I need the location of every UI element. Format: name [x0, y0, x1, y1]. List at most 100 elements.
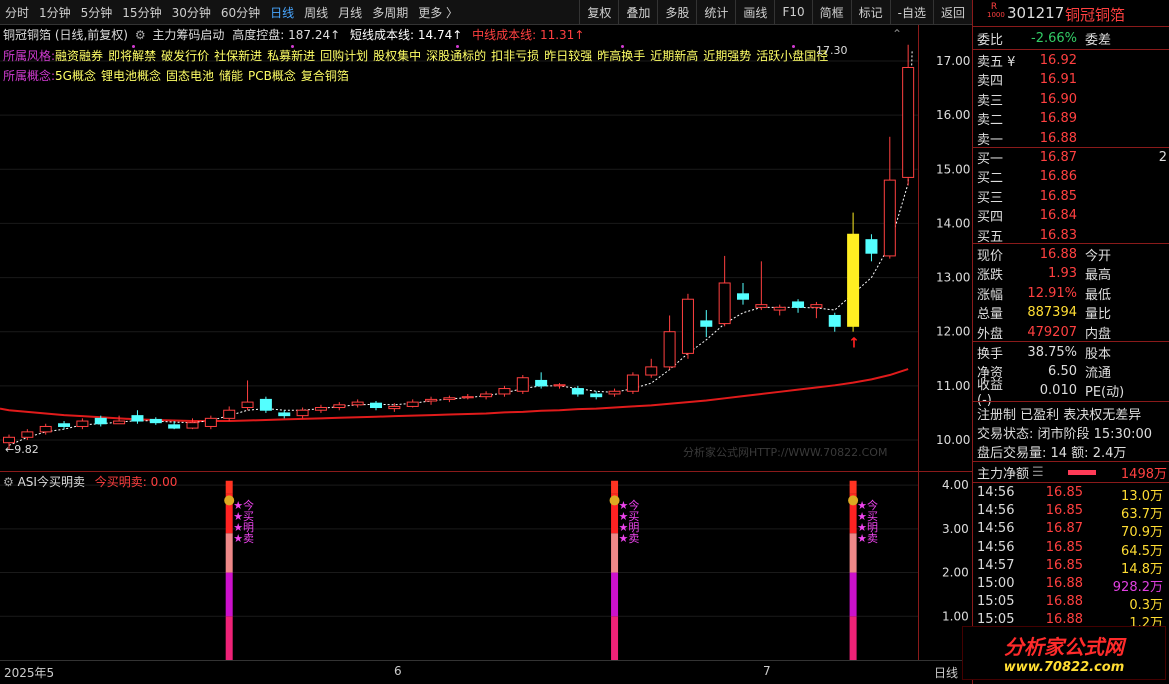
toolbar-button[interactable]: 复权: [579, 0, 618, 24]
concept-tag[interactable]: PCB概念: [248, 69, 296, 83]
timeframe-tab[interactable]: 月线: [333, 4, 367, 21]
trade-price: 16.88: [1045, 594, 1083, 610]
style-tag[interactable]: 社保新进: [214, 49, 262, 63]
candle-body: [370, 402, 382, 409]
style-tag[interactable]: 融资融券: [55, 49, 103, 63]
lower-tick-label: 4.00: [942, 478, 969, 492]
style-tag[interactable]: 昨高换手: [597, 49, 645, 63]
timeframe-tab[interactable]: 周线: [299, 4, 333, 21]
stat-row: 总量 887394 量比: [977, 303, 1167, 322]
toolbar-button[interactable]: -自选: [889, 0, 933, 24]
trade-time: 14:56: [977, 503, 1015, 519]
candle-body: [241, 401, 254, 409]
candle-body: [204, 417, 217, 427]
ask-row[interactable]: 卖五 ¥ 16.92: [977, 51, 1167, 70]
style-tag[interactable]: 近期强势: [703, 49, 751, 63]
ask-row[interactable]: 卖一 16.88: [977, 129, 1167, 148]
list-icon[interactable]: ☰: [1032, 465, 1044, 480]
candle-body: [39, 425, 52, 433]
trade-price: 16.88: [1045, 576, 1083, 591]
style-tag[interactable]: 近期新高: [650, 49, 698, 63]
ask-row[interactable]: 卖四 16.91: [977, 70, 1167, 89]
style-tag[interactable]: 扣非亏损: [491, 49, 539, 63]
stat-label-right: 股本: [1085, 347, 1112, 362]
signal-bar-segment: [849, 616, 857, 660]
concept-tag[interactable]: 锂电池概念: [101, 69, 161, 83]
style-tags-row: 所属风格:融资融券 即将解禁 破发行价 社保新进 私募新进 回购计划 股权集中 深股通标的 扣非…: [3, 47, 833, 64]
trade-time: 14:57: [977, 557, 1015, 573]
signal-bar-segment: [225, 480, 233, 494]
lower-indicator-name[interactable]: ASI今买明卖: [18, 475, 85, 489]
stat-label-right: 流通: [1085, 366, 1112, 382]
style-tag[interactable]: 昨日较强: [544, 49, 592, 63]
toolbar-button[interactable]: 统计: [696, 0, 735, 24]
bid-row[interactable]: 买三 16.85: [977, 187, 1167, 206]
period-label[interactable]: 日线: [934, 664, 958, 681]
stat-row: 涨幅 12.91% 最低: [977, 284, 1167, 303]
high-price-label: 17.30: [816, 44, 848, 57]
timeframe-tab[interactable]: 5分钟: [76, 4, 118, 21]
toolbar-button[interactable]: 简框: [811, 0, 851, 24]
toolbar-button[interactable]: 多股: [657, 0, 696, 24]
toolbar-button[interactable]: 画线: [735, 0, 774, 24]
concept-tag[interactable]: 固态电池: [166, 69, 214, 83]
scroll-up-icon[interactable]: ⌃: [892, 27, 902, 41]
toolbar-button[interactable]: F10: [774, 0, 811, 24]
candle-body: [351, 401, 364, 406]
candle-body: [333, 404, 346, 409]
stat-value: 12.91%: [1027, 285, 1077, 301]
ask-row[interactable]: 卖二 16.89: [977, 109, 1167, 128]
quote-panel: R 1000 301217 铜冠铜箔 委比 -2.66% 委差 卖五 ¥ 16.9…: [972, 0, 1169, 684]
lower-settings-icon[interactable]: ⚙: [3, 475, 14, 489]
candle-body: [883, 179, 896, 257]
price-tick-label: 16.00: [936, 108, 970, 122]
trade-row: 15:00 16.88 928.2万: [977, 576, 1167, 595]
signal-label: ★卖: [857, 532, 878, 545]
toolbar-button[interactable]: 叠加: [618, 0, 657, 24]
timeframe-tab[interactable]: 30分钟: [167, 4, 216, 21]
style-tag[interactable]: 深股通标的: [426, 49, 486, 63]
price-tick-label: 13.00: [936, 271, 970, 285]
bid-row[interactable]: 买四 16.84: [977, 206, 1167, 225]
bid-row[interactable]: 买一 16.87 2: [977, 148, 1167, 167]
signal-bar-segment: [611, 572, 619, 617]
concept-tags-label: 所属概念:: [3, 69, 56, 83]
timeframe-tab[interactable]: 1分钟: [34, 4, 76, 21]
badge-r: R: [990, 2, 998, 12]
concept-tag[interactable]: 储能: [219, 69, 243, 83]
concept-tag[interactable]: 复合铜箔: [301, 69, 349, 83]
timeframe-tab[interactable]: 60分钟: [216, 4, 265, 21]
timeframe-tab[interactable]: 分时: [0, 4, 34, 21]
stat-value: 6.50: [1048, 364, 1077, 380]
timeframe-tab[interactable]: 15分钟: [117, 4, 166, 21]
settings-icon[interactable]: ⚙: [135, 28, 146, 42]
timeframe-tab[interactable]: 多周期: [367, 4, 413, 21]
timeframe-tab[interactable]: 日线: [265, 4, 299, 21]
toolbar-button[interactable]: 标记: [850, 0, 890, 24]
trade-row: 15:05 16.88 0.3万: [977, 594, 1167, 613]
style-tag[interactable]: 私募新进: [267, 49, 315, 63]
style-tag[interactable]: 即将解禁: [108, 49, 156, 63]
style-tag[interactable]: 股权集中: [373, 49, 421, 63]
indicator-name[interactable]: 主力筹码启动: [152, 28, 224, 42]
toolbar-button[interactable]: 返回: [932, 0, 972, 24]
bid-row[interactable]: 买二 16.86: [977, 167, 1167, 186]
trade-row: 14:57 16.85 14.8万: [977, 557, 1167, 577]
lower-tick-label: 2.00: [942, 566, 969, 580]
price-tick-label: 12.00: [936, 325, 970, 339]
candle-body: [443, 397, 456, 400]
stat-value: 479207: [1027, 324, 1077, 340]
concept-tag[interactable]: 5G概念: [55, 69, 96, 83]
style-tag[interactable]: 回购计划: [320, 49, 368, 63]
kline-chart[interactable]: 17.00 16.00 15.00 14.00 13.00 12.00 11.00 10.00…: [0, 25, 972, 660]
style-tag[interactable]: 破发行价: [161, 49, 209, 63]
stock-code: 301217: [1007, 4, 1065, 22]
logo-line1: 分析家公式网: [1004, 635, 1124, 659]
timeframe-tab[interactable]: 更多 〉: [413, 4, 463, 21]
candle-body: [186, 422, 199, 429]
stat-row: 涨跌 1.93 最高: [977, 264, 1167, 283]
ask-row[interactable]: 卖三 16.90: [977, 90, 1167, 109]
timeframe-tabs: 分时 1分钟 5分钟 15分钟 30分钟 60分钟 日线 周线 月线 多周期 更多 〉: [0, 4, 463, 21]
bid-row[interactable]: 买五 16.83: [977, 226, 1167, 245]
signal-bar-segment: [611, 616, 619, 660]
